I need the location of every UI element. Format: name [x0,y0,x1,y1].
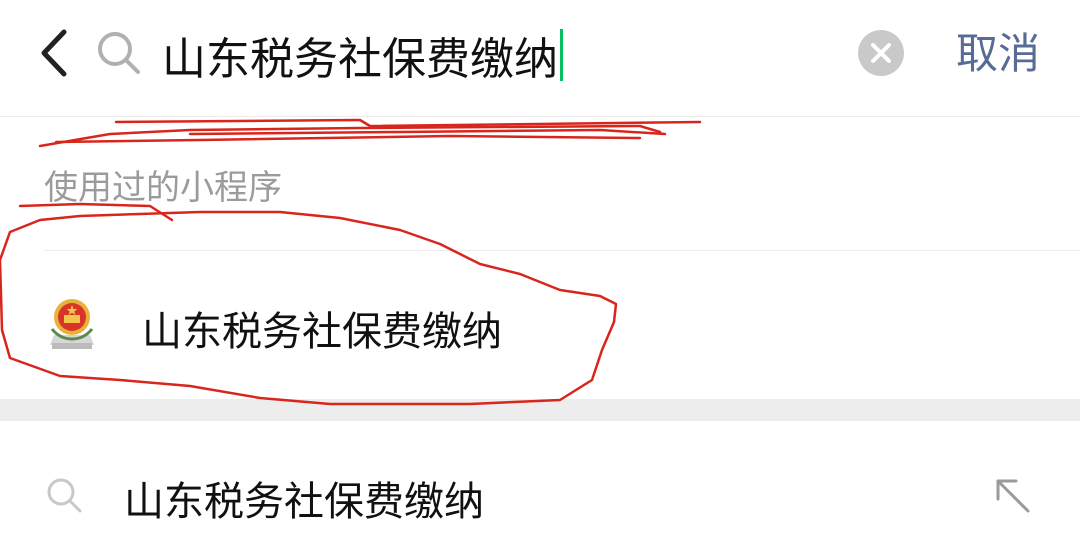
section-separator [0,399,1080,421]
section-title-used-mini-programs: 使用过的小程序 [44,168,282,208]
arrow-up-left-icon [996,479,1030,513]
cancel-button[interactable]: 取消 [956,22,1040,86]
fill-query-button[interactable] [990,473,1034,517]
close-icon [871,43,891,63]
mini-program-item[interactable]: 山东税务社保费缴纳 [0,251,1080,399]
chevron-left-icon [41,29,67,77]
search-page: 山东税务社保费缴纳 取消 使用过的小程序 山东税务社保费缴纳 山东税务社保费缴纳 [0,0,1080,554]
search-icon [44,475,84,515]
search-input[interactable]: 山东税务社保费缴纳 [162,20,842,90]
search-suggestion-item[interactable]: 山东税务社保费缴纳 [0,421,1080,554]
text-caret [560,29,563,81]
back-button[interactable] [30,18,82,88]
mini-program-name: 山东税务社保费缴纳 [142,309,502,355]
clear-button[interactable] [858,30,904,76]
search-input-value: 山东税务社保费缴纳 [162,34,558,85]
tax-emblem-icon [46,295,98,355]
suggestion-text: 山东税务社保费缴纳 [124,479,484,525]
search-bar: 山东税务社保费缴纳 取消 [0,0,1080,117]
search-icon [94,28,144,78]
